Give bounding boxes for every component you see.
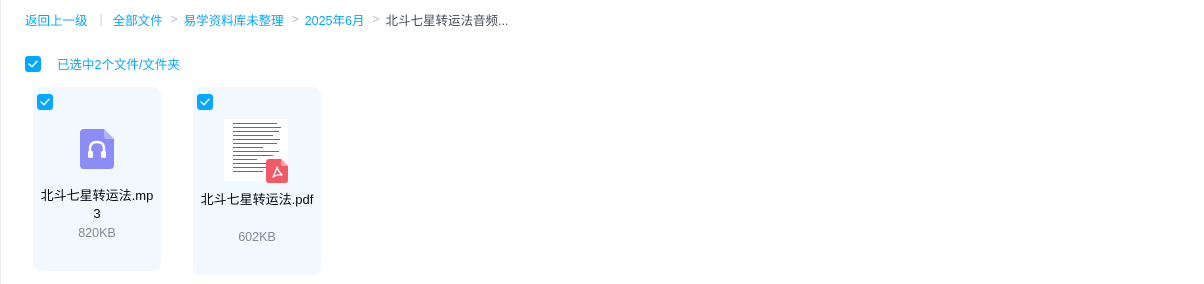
breadcrumb-separator: > xyxy=(170,12,178,26)
breadcrumb-folder[interactable]: 易学资料库未整理 xyxy=(184,10,284,29)
file-card[interactable]: 北斗七星转运法.mp3 820KB xyxy=(33,87,161,271)
back-link[interactable]: 返回上一级 xyxy=(25,10,88,29)
left-border xyxy=(0,0,1,284)
breadcrumb-all-files[interactable]: 全部文件 xyxy=(113,10,163,29)
file-browser: 返回上一级 | 全部文件 > 易学资料库未整理 > 2025年6月 > 北斗七星… xyxy=(0,0,1204,284)
breadcrumb-divider: | xyxy=(99,12,103,26)
file-checkbox[interactable] xyxy=(197,94,213,110)
breadcrumb-separator: > xyxy=(291,12,299,26)
breadcrumb: 返回上一级 | 全部文件 > 易学资料库未整理 > 2025年6月 > 北斗七星… xyxy=(25,10,508,28)
pdf-icon xyxy=(266,159,288,183)
checkmark-icon xyxy=(200,98,210,106)
file-size: 820KB xyxy=(78,226,116,240)
selection-count-text: 已选中2个文件/文件夹 xyxy=(57,58,180,72)
select-all-checkbox[interactable] xyxy=(25,55,41,72)
breadcrumb-current: 北斗七星转运法音频... xyxy=(385,13,509,28)
checkmark-icon xyxy=(28,60,38,67)
selection-bar: 已选中2个文件/文件夹 xyxy=(25,54,180,73)
file-name[interactable]: 北斗七星转运法.mp3 xyxy=(39,187,155,223)
breadcrumb-subfolder[interactable]: 2025年6月 xyxy=(305,10,365,29)
file-checkbox[interactable] xyxy=(37,94,53,110)
file-card[interactable]: 北斗七星转运法.pdf 602KB xyxy=(193,87,321,275)
breadcrumb-separator: > xyxy=(372,12,380,26)
checkmark-icon xyxy=(40,98,50,106)
audio-file-icon xyxy=(80,129,114,169)
file-name[interactable]: 北斗七星转运法.pdf xyxy=(199,191,315,209)
file-size: 602KB xyxy=(238,230,276,244)
